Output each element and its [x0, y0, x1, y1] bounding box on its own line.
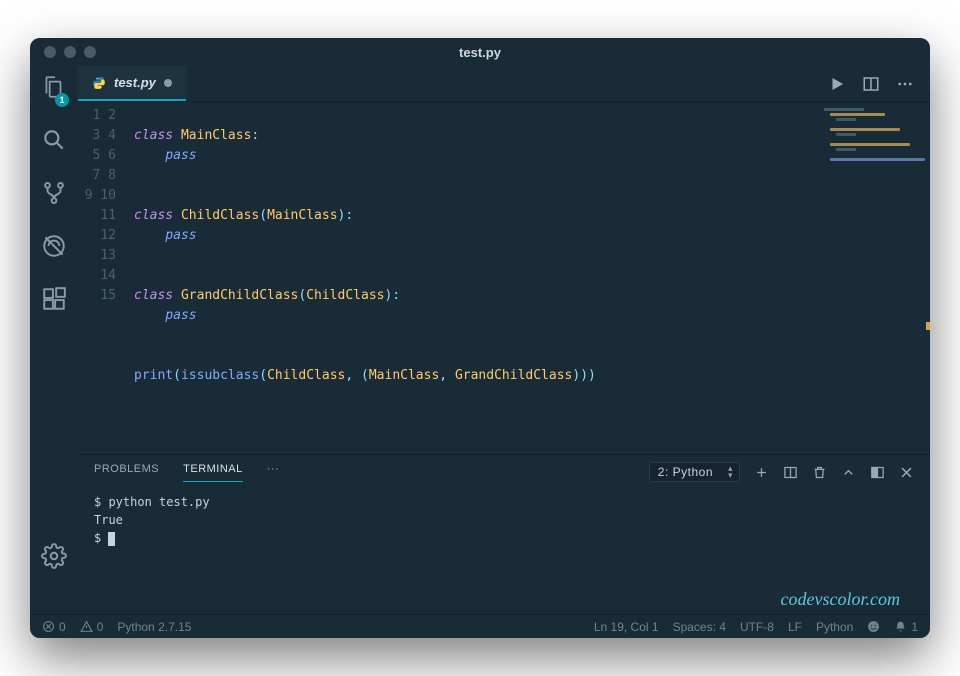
split-editor-icon[interactable] [862, 75, 880, 93]
panel-tab-terminal[interactable]: TERMINAL [183, 463, 243, 482]
status-cursor-position[interactable]: Ln 19, Col 1 [594, 620, 659, 634]
body: 1 test.py [30, 66, 930, 614]
activity-bar: 1 [30, 66, 78, 614]
explorer-icon[interactable]: 1 [41, 74, 67, 105]
maximize-panel-icon[interactable] [841, 465, 856, 480]
editor-actions [828, 75, 930, 93]
close-panel-icon[interactable] [899, 465, 914, 480]
window-title: test.py [459, 45, 501, 60]
status-notifications[interactable]: 1 [894, 620, 918, 634]
close-window-button[interactable] [44, 46, 56, 58]
watermark: codevscolor.com [781, 589, 900, 610]
main-area: test.py 1 2 3 4 5 6 7 8 9 10 11 12 13 14… [78, 66, 930, 614]
unsaved-dot-icon [164, 79, 172, 87]
terminal-select[interactable]: 2: Python ▴▾ [649, 462, 740, 482]
tab-filename: test.py [114, 75, 156, 90]
more-actions-icon[interactable] [896, 75, 914, 93]
vscode-window: test.py 1 [30, 38, 930, 638]
editor-tabs: test.py [78, 66, 930, 102]
panel-actions: 2: Python ▴▾ [649, 462, 914, 482]
traffic-lights [30, 46, 96, 58]
status-language[interactable]: Python [816, 620, 853, 634]
status-warnings[interactable]: 0 [80, 620, 104, 634]
settings-gear-icon[interactable] [41, 543, 67, 574]
search-icon[interactable] [41, 127, 67, 158]
toggle-panel-icon[interactable] [870, 465, 885, 480]
select-arrows-icon: ▴▾ [728, 465, 733, 479]
panel-tabs: PROBLEMS TERMINAL ··· 2: Python ▴▾ [78, 455, 930, 489]
code-content[interactable]: class MainClass: pass class ChildClass(M… [134, 106, 930, 454]
python-file-icon [92, 76, 106, 90]
titlebar: test.py [30, 38, 930, 66]
editor-area: 1 2 3 4 5 6 7 8 9 10 11 12 13 14 15 clas… [78, 102, 930, 454]
status-feedback-icon[interactable] [867, 620, 880, 633]
run-icon[interactable] [828, 75, 846, 93]
maximize-window-button[interactable] [84, 46, 96, 58]
status-indentation[interactable]: Spaces: 4 [673, 620, 726, 634]
status-python-version[interactable]: Python 2.7.15 [117, 620, 191, 634]
panel-tab-problems[interactable]: PROBLEMS [94, 463, 159, 481]
tab-test-py[interactable]: test.py [78, 66, 186, 101]
extensions-icon[interactable] [41, 286, 67, 317]
debug-icon[interactable] [41, 233, 67, 264]
split-terminal-icon[interactable] [783, 465, 798, 480]
code-editor[interactable]: 1 2 3 4 5 6 7 8 9 10 11 12 13 14 15 clas… [78, 102, 930, 454]
status-encoding[interactable]: UTF-8 [740, 620, 774, 634]
line-gutter: 1 2 3 4 5 6 7 8 9 10 11 12 13 14 15 [78, 106, 134, 454]
explorer-badge: 1 [55, 93, 69, 107]
minimize-window-button[interactable] [64, 46, 76, 58]
overview-ruler-marker [926, 322, 930, 330]
source-control-icon[interactable] [41, 180, 67, 211]
new-terminal-icon[interactable] [754, 465, 769, 480]
trash-icon[interactable] [812, 465, 827, 480]
status-eol[interactable]: LF [788, 620, 802, 634]
status-bar: 0 0 Python 2.7.15 Ln 19, Col 1 Spaces: 4… [30, 614, 930, 638]
panel-tab-more[interactable]: ··· [267, 463, 280, 481]
terminal-select-value: 2: Python [658, 465, 713, 479]
status-errors[interactable]: 0 [42, 620, 66, 634]
